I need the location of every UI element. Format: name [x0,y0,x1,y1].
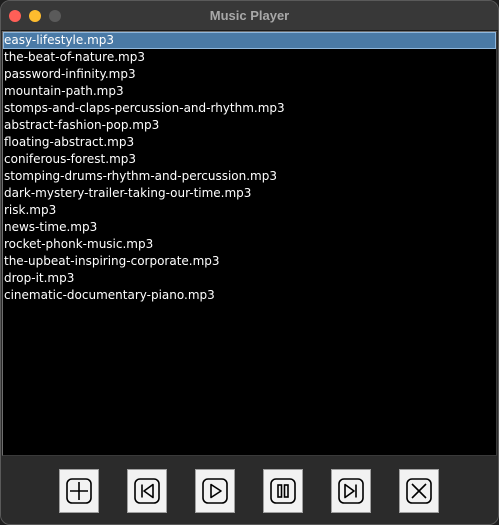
playlist-item[interactable]: risk.mp3 [3,202,496,219]
control-bar [1,457,498,524]
close-x-icon [406,478,432,504]
playlist-item[interactable]: floating-abstract.mp3 [3,134,496,151]
pause-icon [270,478,296,504]
remove-button[interactable] [399,469,439,513]
playlist-item[interactable]: cinematic-documentary-piano.mp3 [3,287,496,304]
minimize-window-button[interactable] [29,10,41,22]
close-window-button[interactable] [9,10,21,22]
play-button[interactable] [195,469,235,513]
playlist-item[interactable]: dark-mystery-trailer-taking-our-time.mp3 [3,185,496,202]
play-icon [202,478,228,504]
playlist-item[interactable]: abstract-fashion-pop.mp3 [3,117,496,134]
playlist-item[interactable]: drop-it.mp3 [3,270,496,287]
next-button[interactable] [331,469,371,513]
playlist-item-selected[interactable]: easy-lifestyle.mp3 [3,32,496,49]
plus-icon [66,478,92,504]
playlist-item[interactable]: rocket-phonk-music.mp3 [3,236,496,253]
previous-button[interactable] [127,469,167,513]
playlist-item[interactable]: news-time.mp3 [3,219,496,236]
skip-back-icon [134,478,160,504]
playlist-item[interactable]: the-beat-of-nature.mp3 [3,49,496,66]
playlist-item[interactable]: mountain-path.mp3 [3,83,496,100]
playlist-item[interactable]: stomping-drums-rhythm-and-percussion.mp3 [3,168,496,185]
skip-forward-icon [338,478,364,504]
playlist-item[interactable]: stomps-and-claps-percussion-and-rhythm.m… [3,100,496,117]
playlist-item[interactable]: password-infinity.mp3 [3,66,496,83]
window-title: Music Player [209,8,290,23]
maximize-window-button[interactable] [49,10,61,22]
playlist[interactable]: easy-lifestyle.mp3 the-beat-of-nature.mp3… [2,31,497,456]
playlist-item[interactable]: the-upbeat-inspiring-corporate.mp3 [3,253,496,270]
music-player-window: Music Player easy-lifestyle.mp3 the-beat-… [0,0,499,525]
playlist-item[interactable]: coniferous-forest.mp3 [3,151,496,168]
add-button[interactable] [59,469,99,513]
title-bar[interactable]: Music Player [1,1,498,31]
pause-button[interactable] [263,469,303,513]
